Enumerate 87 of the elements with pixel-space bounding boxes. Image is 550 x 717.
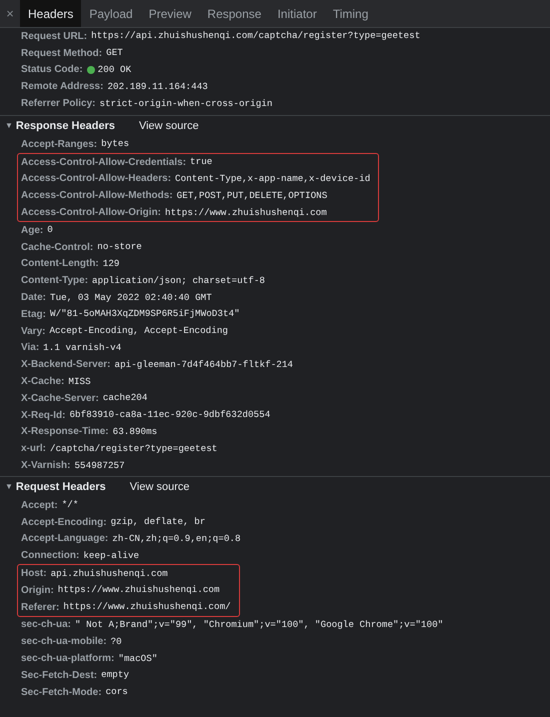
header-name: x-url: [21,442,46,456]
close-button[interactable]: × [0,0,20,27]
header-name: Connection: [21,549,80,564]
header-value: Accept-Encoding, Accept-Encoding [49,324,228,338]
header-name: X-Cache: [21,375,64,390]
header-name: Accept: [21,498,58,513]
header-value: https://www.zhuishushenqi.com [58,583,220,598]
header-name: Accept-Ranges: [21,138,98,152]
header-name: Vary: [21,324,46,339]
header-name: Origin: [21,584,54,598]
header-value: bytes [101,137,130,152]
header-name: sec-ch-ua-platform: [21,652,114,666]
header-value: 6bf83910-ca8a-11ec-920c-9dbf632d0554 [69,408,270,422]
header-name: Access-Control-Allow-Headers: [21,172,172,186]
header-name: Accept-Language: [21,532,108,546]
header-name: Content-Type: [21,274,88,288]
header-name: Cache-Control: [21,240,94,255]
header-name: Content-Length: [21,257,99,272]
tab[interactable]: Headers [20,0,82,27]
header-value: GET [106,46,123,60]
header-value: empty [101,668,130,682]
header-name: X-Req-Id: [21,408,66,423]
header-value: gzip, deflate, br [110,515,206,530]
header-value: strict-origin-when-cross-origin [99,96,272,111]
header-name: X-Cache-Server: [21,392,99,406]
header-value: ?0 [110,634,122,649]
header-value: /captcha/register?type=geetest [50,442,218,456]
header-value: */* [62,498,78,512]
header-value: 200 OK [98,63,132,77]
header-name: Referer: [21,600,60,615]
header-name: X-Backend-Server: [21,358,110,372]
header-name: Access-Control-Allow-Credentials: [21,156,186,170]
header-name: Age: [21,224,44,238]
header-value: https://www.zhuishushenqi.com [165,206,327,220]
header-name: Accept-Encoding: [21,516,107,530]
header-value: 202.189.11.164:443 [107,80,208,94]
header-name: Request Method: [21,46,102,61]
header-value: " Not A;Brand";v="99", "Chromium";v="100", "Google Chrome";v="100" [75,618,444,632]
header-name: X-Response-Time: [21,425,109,440]
header-name: sec-ch-ua: [21,618,72,632]
header-value: W/"81-5oMAH3XqZDM9SP6R5iFjMWoD3t4" [50,307,240,322]
tab[interactable]: Initiator [269,0,325,27]
tab[interactable]: Response [199,0,270,27]
header-value: Tue, 03 May 2022 02:40:40 GMT [50,290,212,305]
header-value: no-store [97,240,142,254]
header-name: Request URL: [21,30,88,44]
header-name: Host: [21,567,47,581]
header-value: 1.1 varnish-v4 [43,340,122,355]
header-value: api-gleeman-7d4f464bb7-fltkf-214 [114,358,294,372]
header-name: Status Code: [21,63,83,78]
header-value: application/json; charset=utf-8 [92,274,265,288]
header-value: keep-alive [83,548,140,563]
header-name: sec-ch-ua-mobile: [21,635,107,650]
header-value: MISS [68,374,91,388]
section-title: Request Headers [16,480,106,495]
header-value: zh-CN,zh;q=0.9,en;q=0.8 [112,532,241,546]
header-value: "macOS" [118,652,158,666]
expand-toggle[interactable]: ▼ [5,480,13,493]
header-value: cache204 [102,391,148,406]
header-name: Via: [21,341,40,356]
header-name: Access-Control-Allow-Methods: [21,189,173,204]
header-name: Sec-Fetch-Mode: [21,686,102,700]
header-name: Referrer Policy: [21,97,96,112]
header-value: 129 [102,256,120,271]
header-value: 63.890ms [112,424,158,439]
header-value: GET,POST,PUT,DELETE,OPTIONS [176,188,328,203]
header-value: 554987257 [74,458,125,472]
header-value: https://www.zhuishushenqi.com/ [63,600,231,614]
header-value: https://api.zhuishushenqi.com/captcha/register?type=geetest [91,29,420,44]
header-value: 0 [47,223,53,238]
header-value: api.zhuishushenqi.com [50,566,168,580]
header-value: Content-Type,x-app-name,x-device-id [175,172,370,186]
tab[interactable]: Payload [81,0,141,27]
header-name: Etag: [21,308,46,322]
view-source-link[interactable]: View source [130,478,190,496]
tab[interactable]: Timing [324,0,376,27]
header-name: Access-Control-Allow-Origin: [21,206,162,220]
header-value: true [190,155,212,170]
header-name: X-Varnish: [21,459,70,474]
section-title: Response Headers [16,118,115,134]
header-name: Remote Address: [21,80,104,94]
header-name: Date: [21,291,46,306]
header-name: Sec-Fetch-Dest: [21,668,98,683]
expand-toggle[interactable]: ▼ [5,120,13,132]
tab[interactable]: Preview [140,0,200,27]
view-source-link[interactable]: View source [138,118,199,134]
header-value: cors [106,685,128,700]
